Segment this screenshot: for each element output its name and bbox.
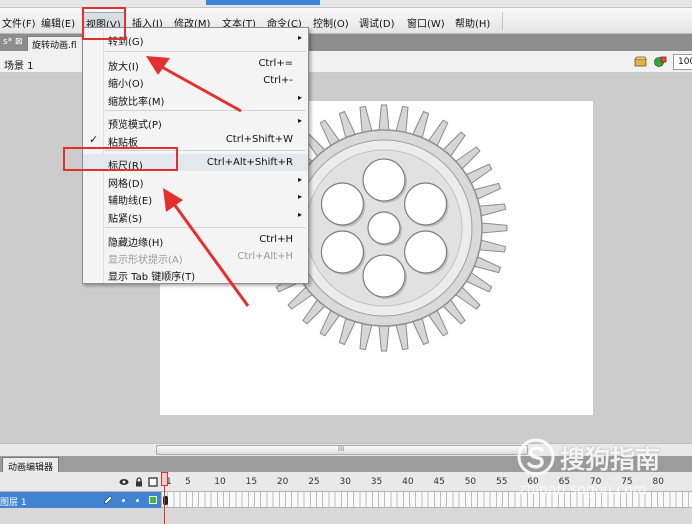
playhead[interactable] bbox=[161, 472, 168, 486]
frame-number: 45 bbox=[433, 477, 445, 487]
menu-item-shortcut: Ctrl+- bbox=[263, 75, 293, 86]
menu-item-label: 辅助线(E) bbox=[108, 196, 153, 207]
menu-file[interactable]: 文件(F) bbox=[2, 15, 36, 30]
frame-number: 80 bbox=[652, 477, 664, 487]
timeline-bottom bbox=[0, 508, 692, 524]
menu-item-label: 隐藏边缘(H) bbox=[108, 238, 164, 249]
layer-cell[interactable]: 图层 1 bbox=[0, 492, 161, 508]
frame-number: 10 bbox=[214, 477, 226, 487]
submenu-arrow-icon: ▸ bbox=[297, 175, 302, 184]
gear-tooth bbox=[378, 322, 390, 352]
menu-item-preview-mode[interactable]: 预览模式(P) ▸ bbox=[83, 113, 308, 131]
menu-item-label: 网格(D) bbox=[108, 179, 144, 190]
menu-window[interactable]: 窗口(W) bbox=[407, 15, 445, 30]
scrollbar-grip: III bbox=[338, 445, 345, 453]
frame-number: 30 bbox=[339, 477, 351, 487]
frame-number: 5 bbox=[185, 477, 191, 487]
submenu-arrow-icon: ▸ bbox=[297, 192, 302, 201]
menu-item-grid[interactable]: 网格(D) ▸ bbox=[83, 172, 308, 190]
watermark-url: zhinan.sogou.com bbox=[519, 482, 647, 498]
outline-icon[interactable] bbox=[148, 477, 158, 487]
watermark-logo-icon bbox=[517, 438, 555, 476]
menu-item-shortcut: Ctrl+Shift+W bbox=[225, 134, 293, 145]
visibility-dot[interactable] bbox=[122, 499, 125, 502]
lock-icon[interactable] bbox=[134, 477, 144, 487]
eye-icon[interactable] bbox=[119, 477, 129, 487]
frame-number: 20 bbox=[276, 477, 289, 487]
menu-control[interactable]: 控制(O) bbox=[313, 15, 349, 30]
annotation-box-view-menu bbox=[82, 7, 126, 40]
pencil-icon bbox=[103, 495, 113, 505]
title-highlight bbox=[206, 0, 320, 5]
menu-item-zoom-in[interactable]: 放大(I) Ctrl+= bbox=[83, 55, 308, 73]
menu-item-shortcut: Ctrl+= bbox=[258, 58, 293, 69]
edit-symbols-icon[interactable] bbox=[634, 56, 647, 67]
edit-scene-icon[interactable] bbox=[654, 55, 667, 68]
playhead-line bbox=[164, 486, 165, 524]
annotation-box-rulers bbox=[63, 147, 178, 171]
scene-label[interactable]: 场景 1 bbox=[4, 57, 34, 72]
submenu-arrow-icon: ▸ bbox=[297, 210, 302, 219]
scrollbar-thumb[interactable]: III bbox=[156, 445, 528, 455]
menu-debug[interactable]: 调试(D) bbox=[359, 15, 395, 30]
doc-tab-close[interactable]: s* ⊠ bbox=[0, 36, 26, 51]
menu-item-shortcut: Ctrl+H bbox=[259, 234, 293, 245]
menubar-divider bbox=[502, 12, 503, 30]
frame-number: 25 bbox=[308, 477, 320, 487]
menu-item-pasteboard[interactable]: ✓ 粘贴板 Ctrl+Shift+W bbox=[83, 131, 308, 149]
menu-separator bbox=[105, 227, 306, 228]
menu-item-snapping[interactable]: 贴紧(S) ▸ bbox=[83, 207, 308, 225]
menu-item-shape-hints: 显示形状提示(A) Ctrl+Alt+H bbox=[83, 248, 308, 266]
zoom-field[interactable]: 100 bbox=[673, 54, 692, 70]
doc-tab-active[interactable]: 旋转动画.fl bbox=[27, 36, 83, 51]
menu-item-label: 贴紧(S) bbox=[108, 214, 143, 225]
menu-separator bbox=[105, 110, 306, 111]
submenu-arrow-icon: ▸ bbox=[297, 116, 302, 125]
lock-dot[interactable] bbox=[136, 499, 139, 502]
menu-item-shortcut: Ctrl+Alt+H bbox=[237, 251, 293, 262]
menu-item-label: 缩小(O) bbox=[108, 79, 144, 90]
menu-item-magnification[interactable]: 缩放比率(M) ▸ bbox=[83, 90, 308, 108]
menu-item-label: 缩放比率(M) bbox=[108, 97, 165, 108]
menu-help[interactable]: 帮助(H) bbox=[455, 15, 490, 30]
menu-item-shortcut: Ctrl+Alt+Shift+R bbox=[206, 157, 293, 168]
submenu-arrow-icon: ▸ bbox=[297, 33, 302, 42]
frame-number: 40 bbox=[402, 477, 414, 487]
layer-name[interactable]: 图层 1 bbox=[0, 495, 27, 508]
menu-item-label: 显示 Tab 键顺序(T) bbox=[108, 272, 196, 283]
frame-number: 55 bbox=[496, 477, 508, 487]
menu-item-label: 放大(I) bbox=[108, 62, 139, 73]
frame-number: 15 bbox=[245, 477, 258, 487]
menu-item-zoom-out[interactable]: 缩小(O) Ctrl+- bbox=[83, 72, 308, 90]
outline-color-swatch[interactable] bbox=[149, 496, 157, 504]
menu-item-label: 预览模式(P) bbox=[108, 120, 162, 131]
check-icon: ✓ bbox=[89, 133, 99, 146]
menu-item-tab-order[interactable]: 显示 Tab 键顺序(T) bbox=[83, 265, 308, 283]
menu-edit[interactable]: 编辑(E) bbox=[41, 15, 75, 30]
menu-separator bbox=[105, 51, 306, 52]
gear-tooth bbox=[378, 104, 390, 134]
menu-item-guides[interactable]: 辅助线(E) ▸ bbox=[83, 189, 308, 207]
frame-number: 35 bbox=[370, 477, 383, 487]
menu-item-label: 显示形状提示(A) bbox=[108, 255, 183, 266]
frame-number: 50 bbox=[464, 477, 477, 487]
gear-tooth bbox=[478, 222, 508, 234]
menu-item-hide-edges[interactable]: 隐藏边缘(H) Ctrl+H bbox=[83, 231, 308, 249]
watermark-brand: 搜狗指南 bbox=[560, 445, 661, 474]
submenu-arrow-icon: ▸ bbox=[297, 93, 302, 102]
tab-motion-editor[interactable]: 动画编辑器 bbox=[2, 457, 60, 473]
